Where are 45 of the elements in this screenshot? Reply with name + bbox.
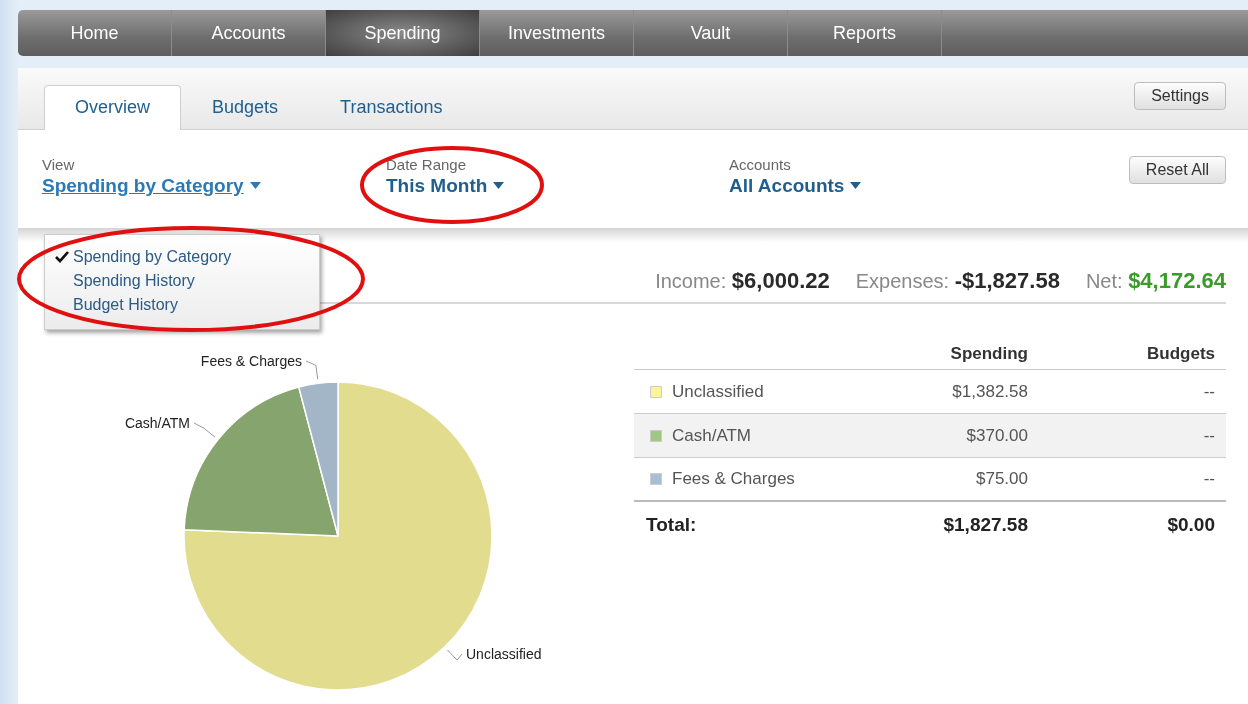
total-label: Total: [645, 514, 698, 536]
caret-icon [493, 182, 505, 190]
filter-label: Date Range [386, 155, 468, 173]
settings-button[interactable]: Settings [1134, 82, 1226, 110]
nav-tab[interactable]: Spending [326, 10, 480, 56]
caret-icon [249, 182, 261, 190]
menu-item[interactable]: Spending History [45, 269, 319, 293]
column-header: Spending [949, 343, 1028, 364]
tab[interactable]: Transactions [309, 84, 474, 130]
caret-icon [850, 182, 862, 190]
pie-label: Cash/ATM [124, 415, 190, 431]
budget-cell-text: -- [1202, 425, 1215, 446]
filter-dropdown[interactable]: This Month [386, 174, 729, 197]
pie-label: Fees & Charges [200, 353, 302, 369]
nav-tab[interactable]: Investments [480, 10, 634, 56]
column-header: Budgets [1146, 343, 1215, 364]
total-budget: $0.00 [1166, 514, 1215, 536]
spending-cell-text: $75.00 [975, 469, 1028, 489]
leader-line [193, 422, 216, 438]
filter-label: Accounts [729, 155, 792, 173]
summary-item: Income: $6,000.22 [655, 268, 830, 294]
menu-item[interactable]: Spending by Category [45, 245, 319, 269]
spending-cell-text: $370.00 [965, 425, 1028, 446]
category-name: Unclassified [672, 381, 764, 402]
summary-item: Net: $4,172.64 [1085, 268, 1226, 294]
category-name: Cash/ATM [672, 425, 752, 446]
leader-line [305, 360, 319, 380]
filter-label: View [42, 155, 76, 173]
nav-tab[interactable]: Vault [634, 10, 788, 56]
leader-line [446, 649, 463, 661]
nav-tab[interactable]: Home [18, 10, 172, 56]
summary-item: Expenses: -$1,827.58 [855, 268, 1060, 294]
budget-cell-text: -- [1202, 381, 1215, 402]
tab[interactable]: Overview [44, 84, 181, 130]
category-name: Fees & Charges [672, 469, 795, 489]
total-spending: $1,827.58 [942, 514, 1028, 536]
tab[interactable]: Budgets [181, 84, 310, 130]
budget-cell-text: -- [1202, 469, 1215, 489]
menu-item[interactable]: Budget History [45, 293, 319, 317]
filter-dropdown[interactable]: All Accounts [729, 174, 1119, 197]
nav-tab[interactable]: Reports [788, 10, 942, 56]
filter-dropdown[interactable]: Spending by Category [42, 174, 386, 197]
pie-label: Unclassified [466, 646, 542, 662]
reset-all-button[interactable]: Reset All [1128, 155, 1226, 184]
spending-cell-text: $1,382.58 [951, 381, 1028, 402]
